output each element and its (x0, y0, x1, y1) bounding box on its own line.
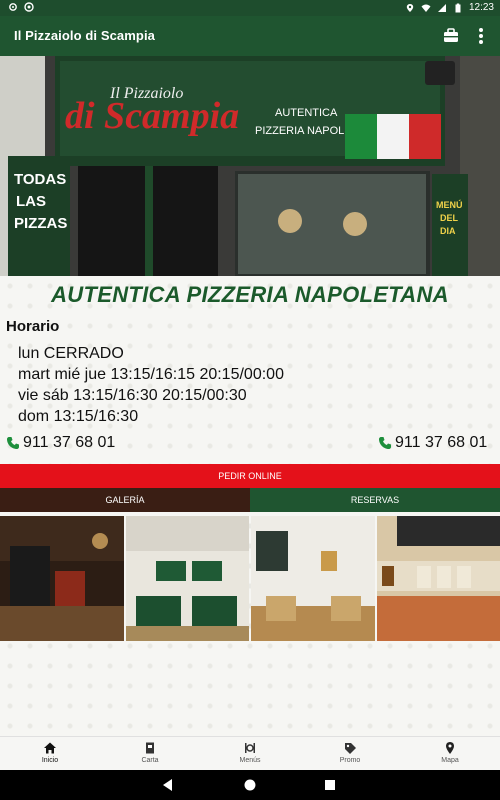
gallery-photo-counter[interactable] (0, 516, 124, 641)
nav-item-menus[interactable]: Menús (200, 737, 300, 770)
storefront-photo: Il Pizzaiolo di Scampia AUTENTICA PIZZER… (0, 56, 500, 276)
phone-icon (379, 437, 391, 449)
status-bar: 12:23 (0, 0, 500, 16)
left-banner-line-2: LAS (16, 193, 46, 210)
map-pin-icon (446, 742, 454, 754)
schedule-line: lun CERRADO (18, 345, 124, 362)
back-icon[interactable] (160, 777, 176, 793)
tag-icon (345, 743, 356, 754)
schedule-title: Horario (6, 318, 60, 335)
battery-icon (455, 3, 461, 12)
left-banner-line-1: TODAS (14, 171, 66, 188)
home-button-icon[interactable] (242, 777, 258, 793)
location-icon (406, 3, 414, 12)
phone-number: 911 37 68 01 (23, 434, 116, 451)
phone-number: 911 37 68 01 (395, 434, 488, 451)
nav-label: Menús (239, 757, 261, 764)
settings-icon (9, 3, 17, 11)
nav-item-inicio[interactable]: Inicio (0, 737, 100, 770)
schedule-line: dom 13:15/16:30 (18, 408, 139, 425)
phone-link-right[interactable]: 911 37 68 01 (378, 434, 487, 452)
recents-icon[interactable] (322, 777, 338, 793)
system-navigation-bar (0, 770, 500, 800)
gallery-button[interactable]: GALERÍA (0, 488, 250, 512)
menu-book-icon (146, 742, 154, 754)
wifi-icon (421, 4, 431, 12)
phone-icon (7, 437, 19, 449)
photo-gallery (0, 516, 500, 641)
gallery-photo-dining-room[interactable] (251, 516, 375, 641)
left-banner-line-3: PIZZAS (14, 215, 67, 232)
nav-item-carta[interactable]: Carta (100, 737, 200, 770)
gallery-photo-products[interactable] (376, 516, 500, 641)
right-banner-line-1: MENÚ (436, 199, 463, 210)
nav-label: Promo (339, 757, 361, 764)
schedule-list: lun CERRADO mart mié jue 13:15/16:15 20:… (18, 343, 284, 427)
schedule-line: vie sáb 13:15/16:30 20:15/00:30 (18, 387, 247, 404)
nav-label: Mapa (441, 757, 459, 764)
status-time: 12:23 (468, 2, 494, 13)
order-online-button[interactable]: PEDIR ONLINE (0, 464, 500, 488)
nav-item-promo[interactable]: Promo (300, 737, 400, 770)
app-title: Il Pizzaiolo di Scampia (14, 28, 156, 43)
sign-logo-text: di Scampia (65, 95, 239, 137)
home-icon (44, 742, 56, 754)
android-icon (24, 2, 34, 12)
signal-icon (437, 3, 446, 12)
cutlery-icon (245, 743, 255, 753)
nav-label: Inicio (41, 757, 59, 764)
right-banner-line-3: DIA (440, 226, 456, 236)
app-bar: Il Pizzaiolo di Scampia (0, 16, 500, 56)
sign-line-1: AUTENTICA (275, 107, 338, 119)
reservations-button[interactable]: RESERVAS (250, 488, 500, 512)
gallery-photo-tables[interactable] (125, 516, 249, 641)
phone-link-left[interactable]: 911 37 68 01 (6, 434, 115, 452)
nav-label: Carta (141, 757, 159, 764)
page-headline: AUTENTICA PIZZERIA NAPOLETANA (51, 282, 449, 307)
right-banner-line-2: DEL (440, 213, 459, 223)
nav-item-mapa[interactable]: Mapa (400, 737, 500, 770)
briefcase-icon[interactable] (440, 25, 462, 47)
schedule-line: mart mié jue 13:15/16:15 20:15/00:00 (18, 366, 284, 383)
bottom-navigation: Inicio Carta Menús Promo Mapa (0, 736, 500, 770)
more-vert-icon[interactable] (470, 25, 492, 47)
